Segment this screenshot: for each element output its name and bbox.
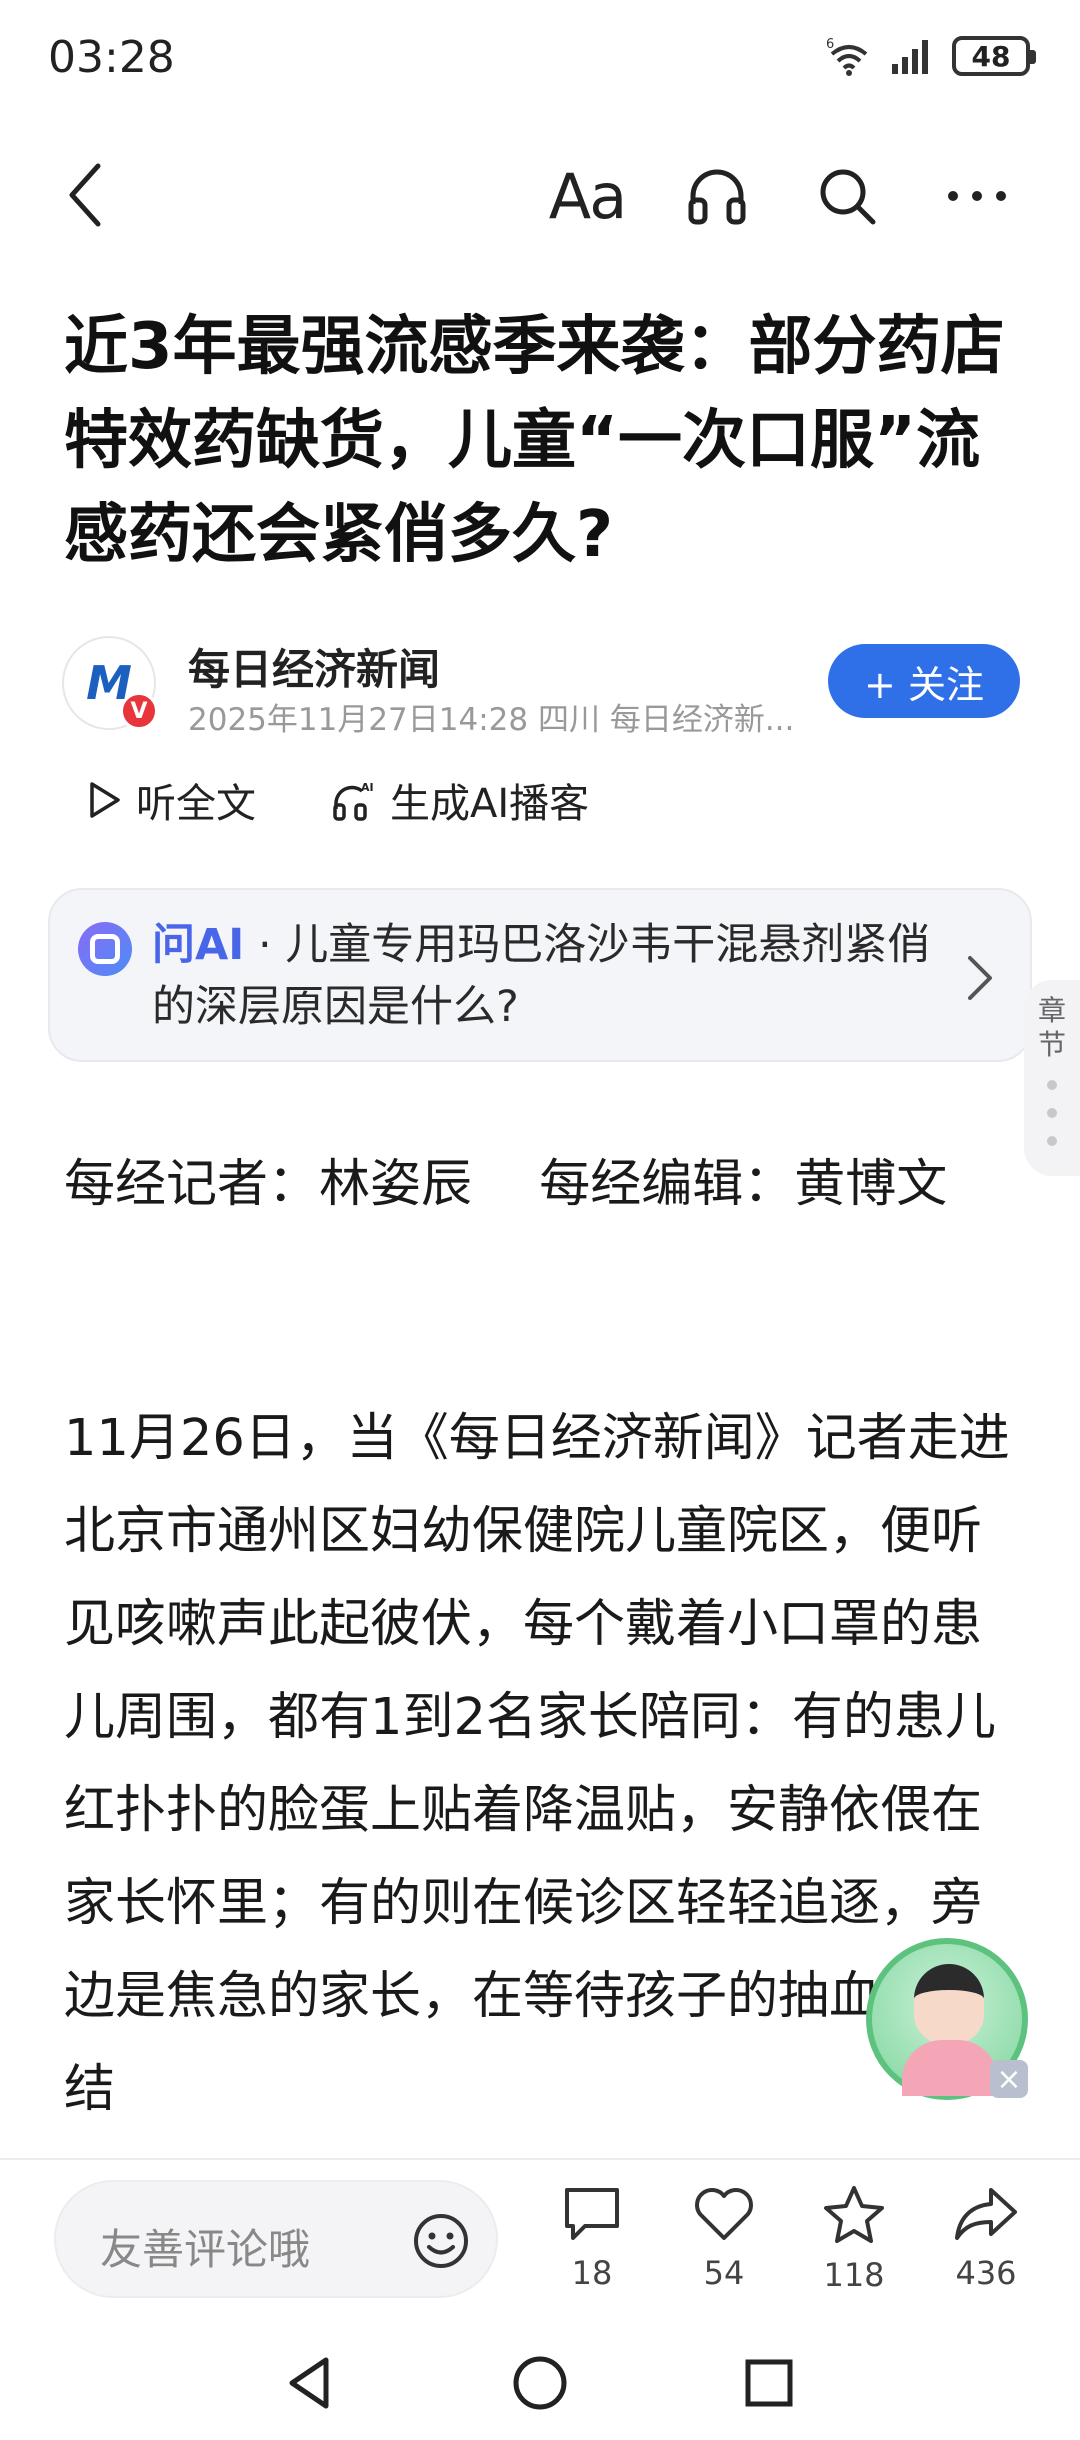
author-avatar[interactable]: M V [62, 636, 158, 730]
comment-input[interactable]: 友善评论哦 [54, 2180, 498, 2298]
author-row: M V 每日经济新闻 2025年11月27日14:28 四川 每日经济新... … [62, 636, 1022, 738]
status-time: 03:28 [48, 32, 175, 83]
ai-headphones-icon: AI [333, 781, 374, 821]
chapter-dot [1047, 1080, 1057, 1090]
system-nav-bar [0, 2318, 1080, 2440]
heart-icon [695, 2188, 753, 2240]
chapter-dot [1047, 1136, 1057, 1146]
verified-badge: V [120, 692, 158, 730]
article-byline: 每经记者：林姿辰 每经编辑：黄博文 [64, 1155, 948, 1214]
like-count: 54 [703, 2254, 745, 2292]
favorite-count: 118 [823, 2256, 885, 2294]
ask-ai-label: 问AI [152, 920, 245, 970]
signal-icon [892, 40, 928, 74]
more-icon [948, 191, 1006, 201]
ai-podcast-label: 生成AI播客 [390, 781, 590, 827]
battery-icon: 48 [952, 36, 1036, 76]
system-home-icon[interactable] [505, 2348, 575, 2418]
listen-full-button[interactable]: 听全文 [88, 771, 256, 829]
star-icon [824, 2186, 884, 2243]
share-icon [955, 2188, 1017, 2240]
comment-icon [565, 2188, 619, 2240]
search-button[interactable] [782, 154, 912, 238]
svg-text:6: 6 [826, 37, 834, 52]
ai-assistant-icon [78, 922, 132, 976]
ask-ai-separator: · [244, 920, 286, 970]
chevron-right-icon [968, 956, 992, 1000]
listen-full-label: 听全文 [136, 781, 256, 827]
comment-count: 18 [571, 2254, 613, 2292]
chapter-tab[interactable]: 章节 [1024, 980, 1080, 1176]
listen-row: 听全文 AI 生成AI播客 [88, 770, 665, 830]
font-size-button[interactable]: Aa [522, 154, 652, 238]
play-icon [90, 782, 120, 818]
more-button[interactable] [912, 154, 1042, 238]
chapter-dot [1047, 1108, 1057, 1118]
follow-button[interactable]: + 关注 [828, 644, 1020, 718]
close-icon[interactable]: × [990, 2060, 1028, 2098]
author-meta: 2025年11月27日14:28 四川 每日经济新... [188, 702, 795, 738]
favorite-button[interactable]: 118 [804, 2184, 904, 2294]
like-button[interactable]: 54 [674, 2184, 774, 2292]
emoji-icon[interactable] [412, 2212, 470, 2270]
ai-podcast-button[interactable]: AI 生成AI播客 [332, 771, 589, 829]
search-icon [820, 169, 876, 225]
wifi-icon: 6 [826, 37, 868, 76]
chevron-left-icon [69, 163, 101, 227]
status-bar: 03:28 6 48 [0, 0, 1080, 120]
article-title: 近3年最强流感季来袭：部分药店特效药缺货，儿童“一次口服”流感药还会紧俏多久? [64, 310, 1005, 572]
share-count: 436 [955, 2254, 1017, 2292]
bottom-bar: 友善评论哦 18 54 118 436 [0, 2158, 1080, 2308]
status-icons: 6 48 [826, 36, 1036, 76]
svg-text:AI: AI [361, 781, 374, 794]
ask-ai-text: 问AI · 儿童专用玛巴洛沙韦干混悬剂紧俏的深层原因是什么? [152, 914, 952, 1038]
system-back-icon[interactable] [276, 2348, 346, 2418]
headphones-icon [688, 169, 746, 225]
author-name[interactable]: 每日经济新闻 [188, 636, 440, 697]
top-nav: Aa [0, 140, 1080, 250]
back-button[interactable] [58, 160, 118, 230]
listen-button[interactable] [652, 154, 782, 238]
comment-placeholder: 友善评论哦 [100, 2225, 311, 2274]
comment-button[interactable]: 18 [542, 2184, 642, 2292]
nav-actions: Aa [522, 154, 1042, 238]
system-recents-icon[interactable] [734, 2348, 804, 2418]
ask-ai-card[interactable]: 问AI · 儿童专用玛巴洛沙韦干混悬剂紧俏的深层原因是什么? [48, 888, 1032, 1062]
chapter-label: 章节 [1037, 994, 1066, 1061]
share-button[interactable]: 436 [936, 2184, 1036, 2292]
